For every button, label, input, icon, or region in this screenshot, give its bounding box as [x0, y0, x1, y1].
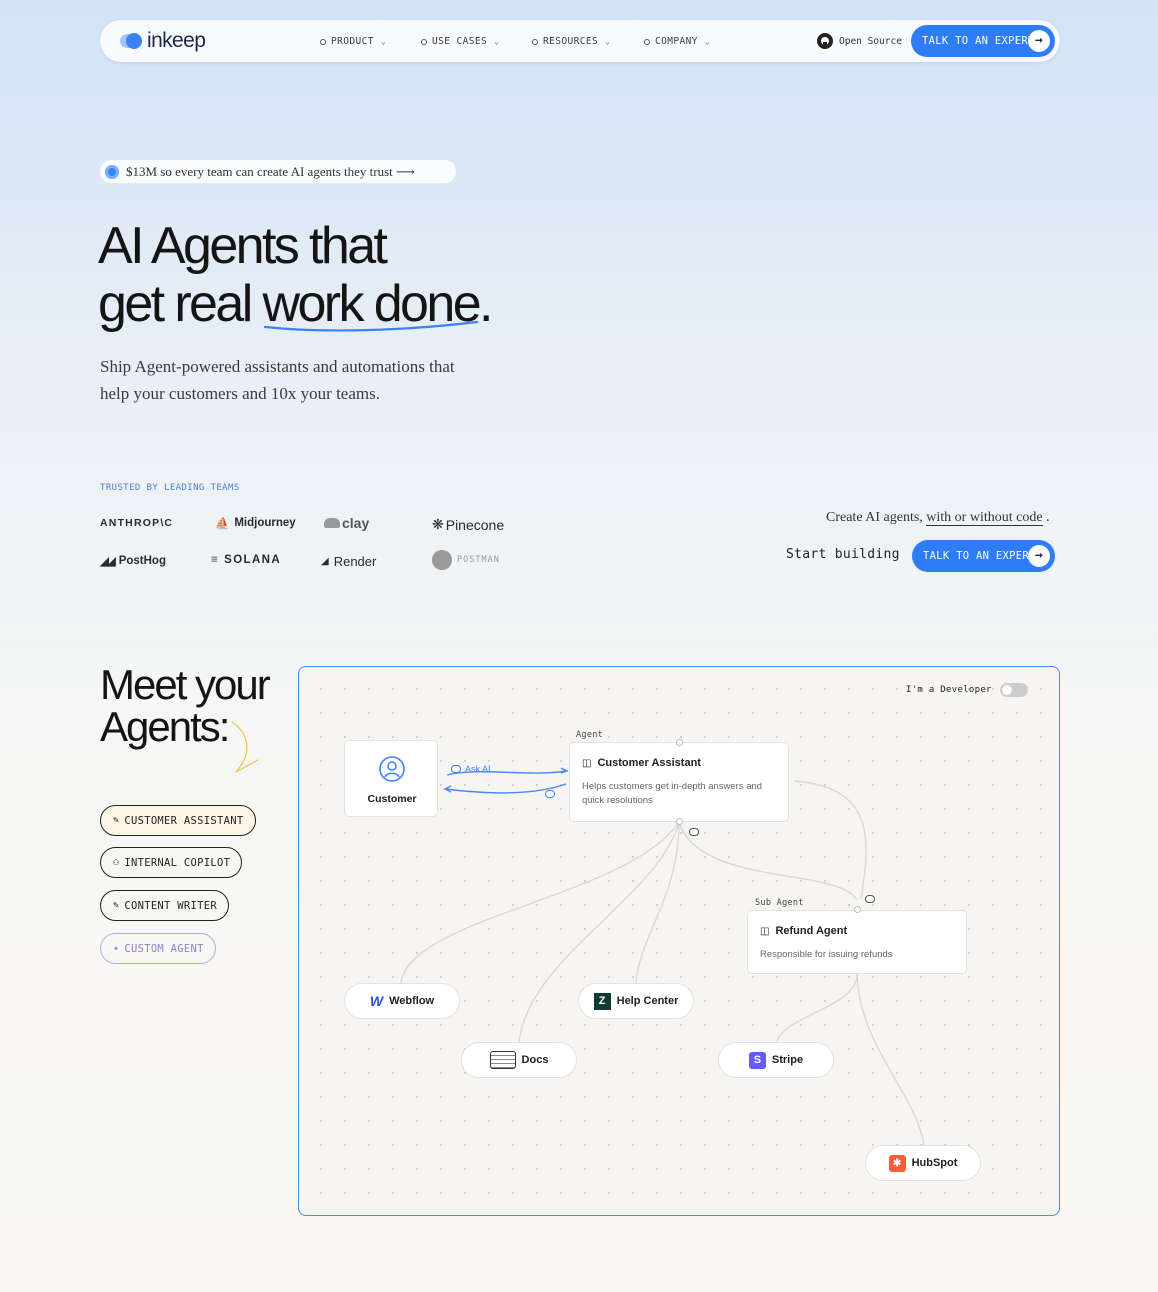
chat-bubble-icon — [865, 895, 875, 903]
agent-tag: Agent — [573, 729, 607, 741]
chat-icon: ✎ — [113, 815, 120, 826]
arrow-right-icon: → — [1028, 30, 1050, 52]
chevron-down-icon: ⌄ — [380, 37, 387, 46]
top-nav: inkeep PRODUCT ⌄ USE CASES ⌄ RESOURCES ⌄ CO… — [100, 20, 1060, 62]
circle-icon — [320, 38, 326, 45]
nav-product[interactable]: PRODUCT ⌄ — [320, 36, 386, 47]
sub-agent-tag: Sub Agent — [752, 897, 807, 909]
sub-agent-description: Responsible for issuing refunds — [760, 949, 893, 960]
posthog-logo: ◢◢ PostHog — [100, 555, 166, 568]
create-tagline: Create AI agents, with or without code . — [826, 510, 1050, 526]
squiggle-arrow-decoration — [231, 721, 259, 773]
clay-icon — [324, 518, 340, 528]
agent-title: ◫ Customer Assistant — [582, 757, 701, 769]
circle-icon — [421, 38, 427, 45]
chat-bubble-icon — [451, 765, 461, 773]
with-or-without-code-link[interactable]: with or without code — [926, 510, 1043, 526]
port — [676, 739, 683, 746]
pen-icon: ✎ — [113, 900, 120, 911]
docs-icon — [489, 1051, 516, 1069]
circle-icon — [644, 38, 650, 45]
logo-mark-icon — [120, 31, 146, 51]
bot-icon: ◫ — [760, 925, 770, 937]
talk-to-expert-button-2[interactable]: TALK TO AN EXPERT → — [912, 540, 1055, 572]
postman-logo: POSTMAN — [432, 550, 500, 570]
customer-assistant-button[interactable]: ✎ CUSTOMER ASSISTANT — [100, 805, 256, 836]
chat-bubble-icon — [545, 790, 555, 798]
customer-assistant-node[interactable]: ◫ Customer Assistant Helps customers get … — [569, 742, 789, 822]
postman-icon — [432, 550, 452, 570]
circle-icon — [532, 38, 538, 45]
render-icon: ◢ — [321, 556, 329, 567]
agent-canvas[interactable]: I'm a Developer Customer Ask AI Agent ◫ C… — [298, 666, 1060, 1216]
stripe-tool[interactable]: S Stripe — [718, 1042, 834, 1078]
sub-agent-title: ◫ Refund Agent — [760, 925, 848, 937]
funding-announcement-pill[interactable]: $13M so every team can create AI agents … — [100, 160, 456, 183]
webflow-tool[interactable]: W Webflow — [344, 983, 460, 1019]
anthropic-logo: ANTHROP\C — [100, 517, 174, 529]
hero-title-line1: AI Agents that — [98, 217, 388, 275]
content-writer-button[interactable]: ✎ CONTENT WRITER — [100, 890, 230, 921]
customer-label: Customer — [367, 793, 417, 805]
hero-title-line2: get real work done. — [98, 275, 493, 333]
hero-highlight: work done — [262, 275, 482, 333]
posthog-icon: ◢◢ — [100, 556, 116, 568]
globe-icon — [105, 164, 119, 179]
pinecone-icon: ❋ — [432, 516, 444, 532]
help-center-tool[interactable]: Z Help Center — [578, 983, 694, 1019]
underline-scribble — [263, 320, 478, 332]
chat-bubble-icon — [689, 828, 699, 836]
internal-copilot-button[interactable]: ⚇ INTERNAL COPILOT — [100, 847, 243, 878]
docs-tool[interactable]: Docs — [461, 1042, 577, 1078]
render-logo: ◢ Render — [321, 554, 377, 569]
arrow-right-icon: → — [1028, 545, 1050, 567]
logo-text: inkeep — [147, 29, 206, 52]
customer-node[interactable]: Customer — [344, 740, 438, 817]
custom-agent-button[interactable]: ✦ CUSTOM AGENT — [100, 933, 216, 964]
inkeep-logo[interactable]: inkeep — [120, 29, 206, 52]
user-circle-icon — [379, 756, 405, 782]
stripe-icon: S — [748, 1051, 766, 1069]
sailboat-icon: ⛵ — [215, 518, 230, 530]
refund-agent-node[interactable]: ◫ Refund Agent Responsible for issuing re… — [747, 910, 967, 974]
hero-subtitle: Ship Agent-powered assistants and automa… — [100, 357, 455, 403]
start-building-link[interactable]: Start building — [786, 547, 900, 562]
nav-use-cases[interactable]: USE CASES ⌄ — [421, 36, 499, 47]
ask-ai-label: Ask AI — [451, 764, 491, 774]
zendesk-icon: Z — [593, 992, 611, 1010]
nav-company[interactable]: COMPANY ⌄ — [644, 36, 710, 47]
hubspot-tool[interactable]: ✱ HubSpot — [865, 1145, 981, 1181]
webflow-icon: W — [369, 993, 384, 1009]
clay-logo: clay — [324, 515, 369, 531]
chevron-down-icon: ⌄ — [494, 37, 500, 46]
open-source-link[interactable]: Open Source — [817, 33, 902, 49]
port — [676, 818, 683, 825]
midjourney-logo: ⛵ Midjourney — [215, 517, 296, 530]
chevron-down-icon: ⌄ — [704, 37, 711, 46]
talk-to-expert-button[interactable]: TALK TO AN EXPERT → — [911, 25, 1055, 57]
bot-icon: ◫ — [582, 757, 592, 769]
agent-description: Helps customers get in-depth answers and… — [582, 781, 763, 806]
github-icon — [817, 33, 833, 49]
port — [854, 906, 861, 913]
solana-icon: ≡ — [211, 554, 220, 566]
pinecone-logo: ❋ Pinecone — [432, 516, 505, 533]
chevron-down-icon: ⌄ — [605, 37, 611, 46]
hubspot-icon: ✱ — [888, 1154, 906, 1172]
sparkle-icon: ✦ — [113, 943, 120, 954]
trusted-label: TRUSTED BY LEADING TEAMS — [100, 483, 240, 493]
solana-logo: ≡ SOLANA — [211, 554, 282, 566]
nav-resources[interactable]: RESOURCES ⌄ — [532, 36, 610, 47]
users-icon: ⚇ — [113, 857, 120, 868]
